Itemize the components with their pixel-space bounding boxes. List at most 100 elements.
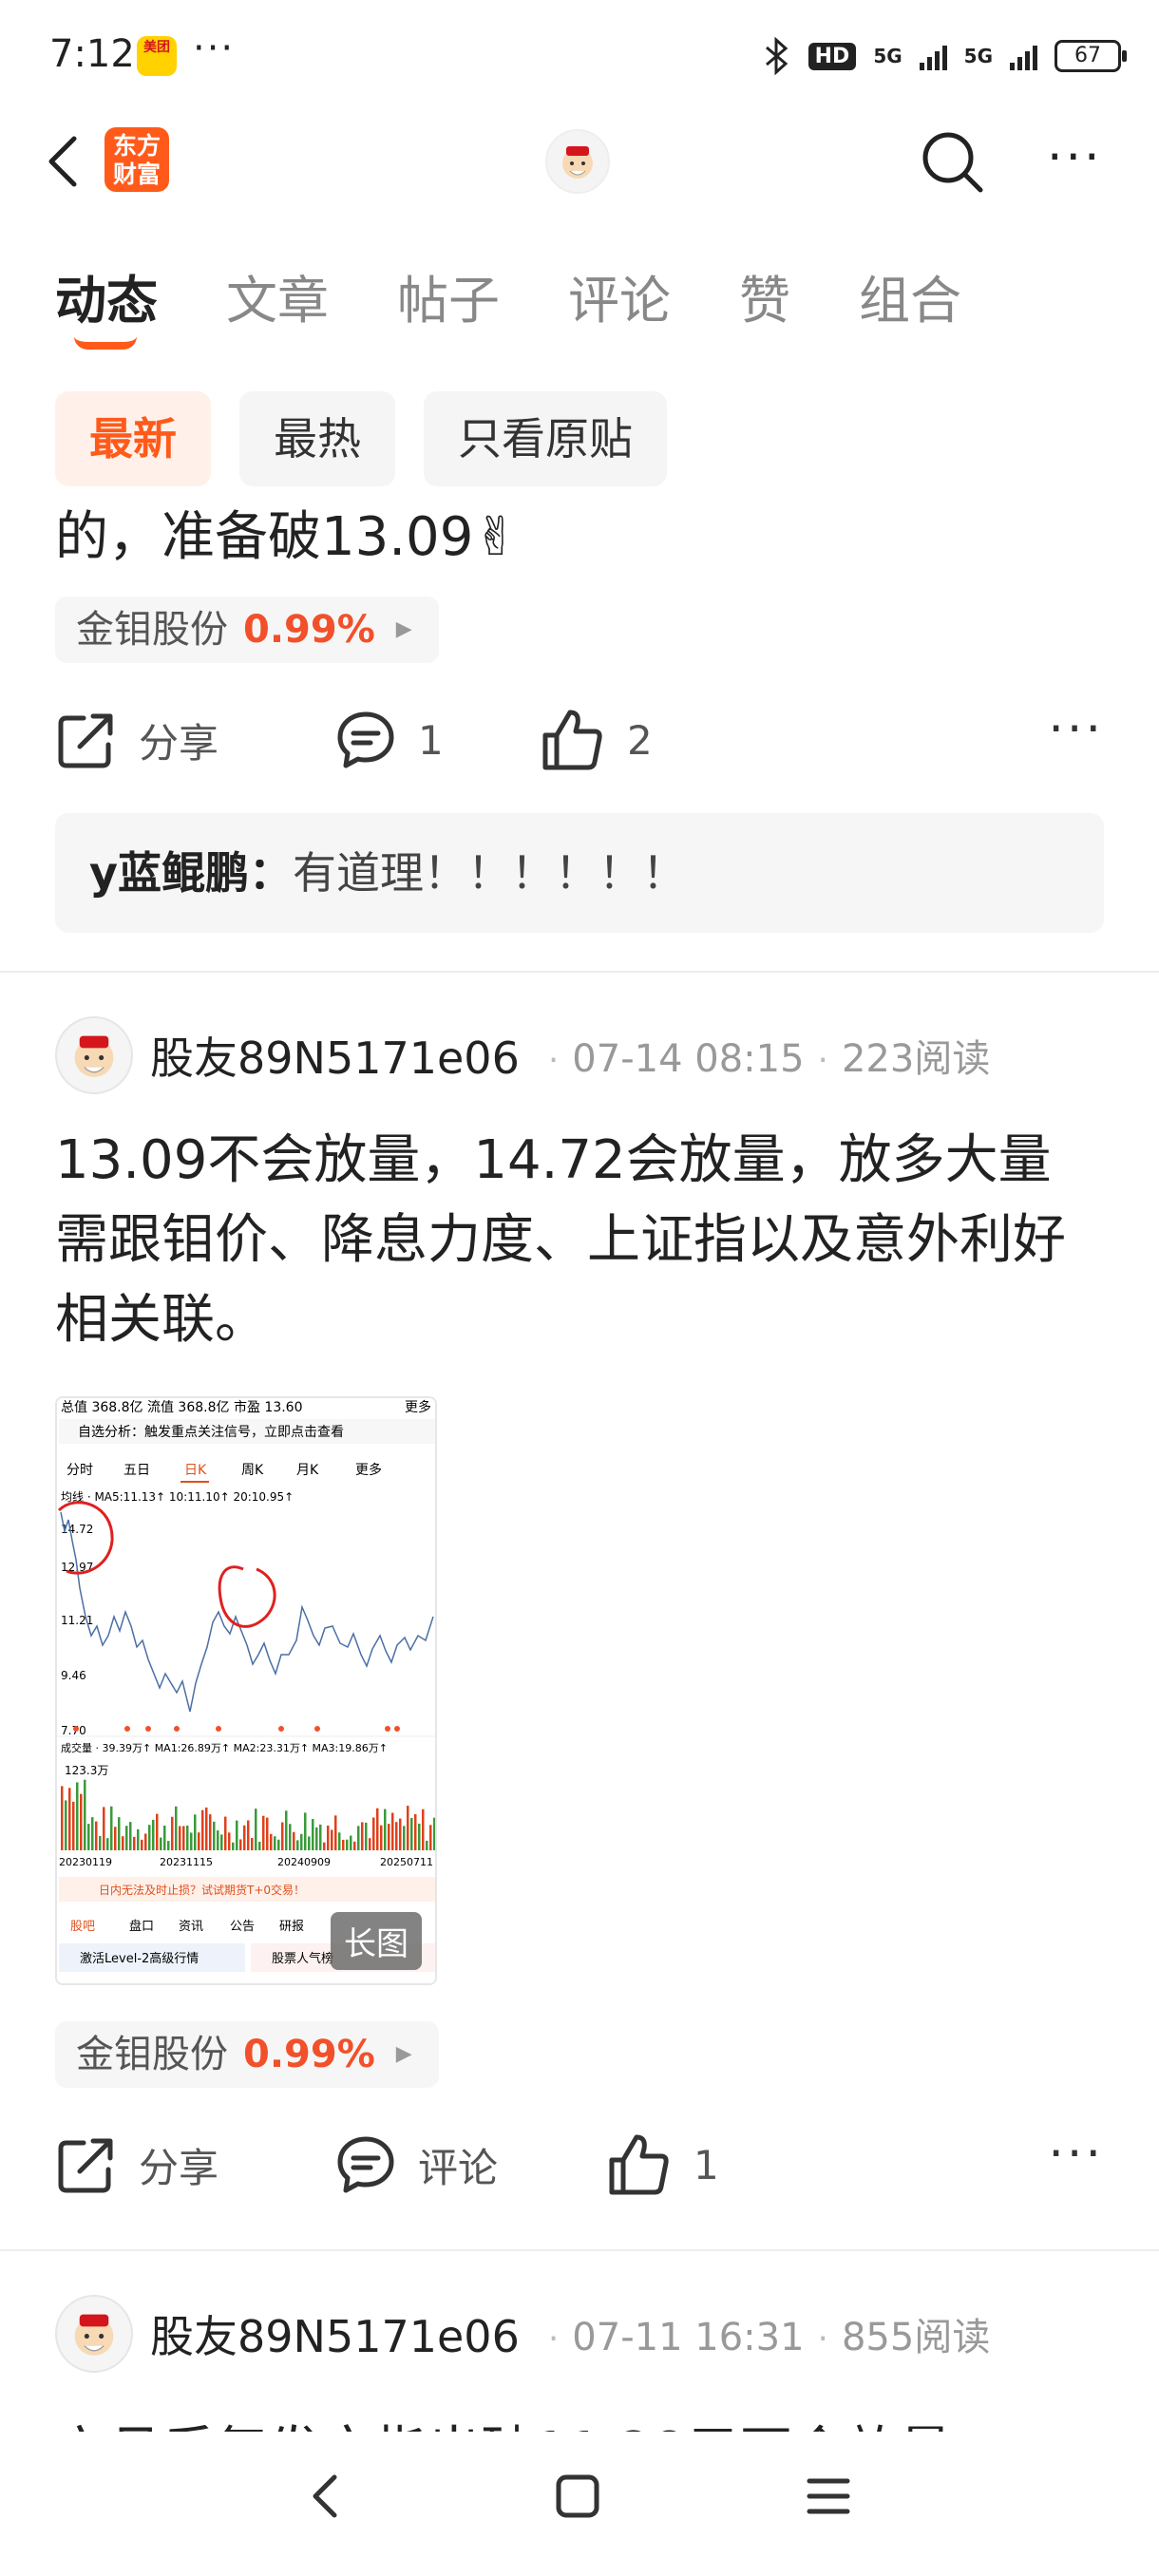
volume-bar (152, 1819, 155, 1850)
eastmoney-logo: 东方 财富 (104, 127, 169, 192)
tab-label: 帖子 (397, 271, 500, 331)
status-more-icon: ··· (193, 27, 236, 70)
volume-bar (380, 1825, 383, 1850)
post-image[interactable]: 总值 368.8亿 流值 368.8亿 市盈 13.60 更多 自选分析：触发重… (55, 1396, 437, 1985)
volume-bar (232, 1842, 235, 1850)
nav-home-icon[interactable] (553, 2472, 602, 2521)
back-arrow-icon[interactable] (42, 133, 89, 190)
stock-name: 金钼股份 (76, 608, 228, 652)
volume-bar (84, 1779, 86, 1850)
tab-portfolios[interactable]: 组合 (859, 258, 961, 333)
sort-filters: 最新 最热 只看原贴 (55, 391, 667, 486)
network-5g-label: 5G (873, 45, 902, 67)
filter-latest[interactable]: 最新 (55, 391, 211, 486)
volume-bar (403, 1826, 406, 1850)
volume-bar (277, 1839, 280, 1850)
share-button[interactable]: 分享 (55, 697, 218, 783)
volume-bar (198, 1832, 200, 1850)
share-button[interactable]: 分享 (55, 2122, 218, 2207)
volume-bar (312, 1819, 314, 1850)
thumb-period-4: 月K (296, 1463, 319, 1478)
share-icon (58, 713, 113, 768)
signal-icon (919, 42, 947, 70)
volume-bar (133, 1836, 136, 1850)
meituan-app-icon: 美团 (137, 36, 177, 76)
top-reply[interactable]: y蓝鲲鹏：有道理！！！！！！ (55, 813, 1104, 933)
bluetooth-icon (765, 37, 788, 75)
hd-badge: HD (808, 42, 857, 70)
post-more-icon[interactable]: ··· (1048, 705, 1104, 754)
volume-bar (350, 1835, 352, 1850)
search-icon[interactable] (920, 129, 986, 196)
volume-bar (433, 1817, 435, 1850)
volume-bar (179, 1826, 181, 1850)
post-date: 07-11 16:31 (572, 2316, 805, 2359)
filter-hottest[interactable]: 最热 (239, 391, 395, 486)
tab-articles[interactable]: 文章 (226, 258, 329, 333)
volume-bar (61, 1786, 64, 1850)
volume-bar (384, 1809, 387, 1850)
volume-bar (285, 1810, 288, 1850)
volume-bar (338, 1832, 341, 1850)
stock-tag[interactable]: 金钼股份 0.99% ▶ (55, 597, 439, 663)
author-name[interactable]: 股友89N5171e06 (150, 1024, 520, 1087)
thumb-period-5: 更多 (355, 1462, 382, 1478)
stock-tag[interactable]: 金钼股份 0.99% ▶ (55, 2021, 439, 2088)
thumb-volume: 成交量 · 39.39万↑ MA1:26.89万↑ MA2:23.31万↑ MA… (61, 1741, 388, 1754)
thumb-tab-0: 股吧 (70, 1920, 95, 1934)
volume-bar (103, 1807, 105, 1850)
volume-bar (300, 1833, 303, 1850)
thumbs-up-icon (609, 2134, 669, 2195)
like-button[interactable]: 2 (540, 697, 653, 783)
nav-menu-icon[interactable] (804, 2472, 853, 2521)
comment-button[interactable]: 评论 (334, 2122, 498, 2207)
post-header: 股友89N5171e06 · 07-14 08:15 · 223阅读 (55, 1014, 990, 1096)
volume-bar (148, 1825, 151, 1850)
post-body[interactable]: 13.09不会放量，14.72会放量，放多大量需跟钼价、降息力度、上证指以及意外… (55, 1121, 1104, 1360)
volume-bar (201, 1809, 204, 1850)
profile-avatar[interactable] (545, 129, 610, 194)
read-count: 855阅读 (841, 2316, 991, 2359)
volume-bar (228, 1832, 231, 1850)
logo-line-1: 东方 (112, 132, 161, 160)
share-label: 分享 (139, 2144, 219, 2191)
volume-bar (247, 1820, 250, 1850)
thumb-bottom-right: 股票人气榜 (272, 1951, 333, 1966)
active-tab-indicator (74, 336, 137, 350)
author-name[interactable]: 股友89N5171e06 (150, 2302, 520, 2365)
status-bar: 7:12 美团 ··· HD 5G 5G 67 (0, 0, 1159, 110)
volume-bar (270, 1833, 273, 1850)
volume-bar (118, 1817, 121, 1850)
tab-likes[interactable]: 赞 (739, 258, 790, 333)
comment-label: 评论 (418, 2144, 499, 2191)
post-header: 股友89N5171e06 · 07-11 16:31 · 855阅读 (55, 2293, 990, 2375)
volume-bar (137, 1828, 140, 1850)
volume-bar (426, 1840, 428, 1850)
volume-bar (308, 1836, 311, 1850)
volume-bar (99, 1835, 102, 1850)
volume-bar (209, 1814, 212, 1850)
volume-bar (296, 1840, 299, 1850)
author-avatar[interactable] (55, 2295, 133, 2373)
volume-bar (372, 1817, 375, 1850)
tab-label: 评论 (568, 271, 671, 331)
tab-comments[interactable]: 评论 (568, 258, 671, 333)
like-button[interactable]: 1 (606, 2122, 719, 2207)
tab-posts[interactable]: 帖子 (397, 258, 500, 333)
post-more-icon[interactable]: ··· (1048, 2130, 1104, 2179)
volume-bar (171, 1816, 174, 1850)
volume-bar (87, 1824, 90, 1850)
share-label: 分享 (139, 719, 219, 767)
tab-label: 动态 (55, 271, 158, 331)
volume-bar (266, 1817, 269, 1850)
comment-button[interactable]: 1 (334, 697, 444, 783)
more-options-icon[interactable]: ··· (1047, 133, 1103, 182)
thumb-date-0: 20230119 (59, 1856, 112, 1868)
filter-original-only[interactable]: 只看原贴 (424, 391, 667, 486)
network-5g-label-2: 5G (963, 45, 993, 67)
thumb-notice: 日内无法及时止损？试试期货T+0交易！ (99, 1883, 305, 1897)
volume-bar (114, 1827, 117, 1850)
author-avatar[interactable] (55, 1016, 133, 1094)
nav-back-icon[interactable] (302, 2468, 350, 2525)
tab-dynamics[interactable]: 动态 (55, 258, 158, 350)
